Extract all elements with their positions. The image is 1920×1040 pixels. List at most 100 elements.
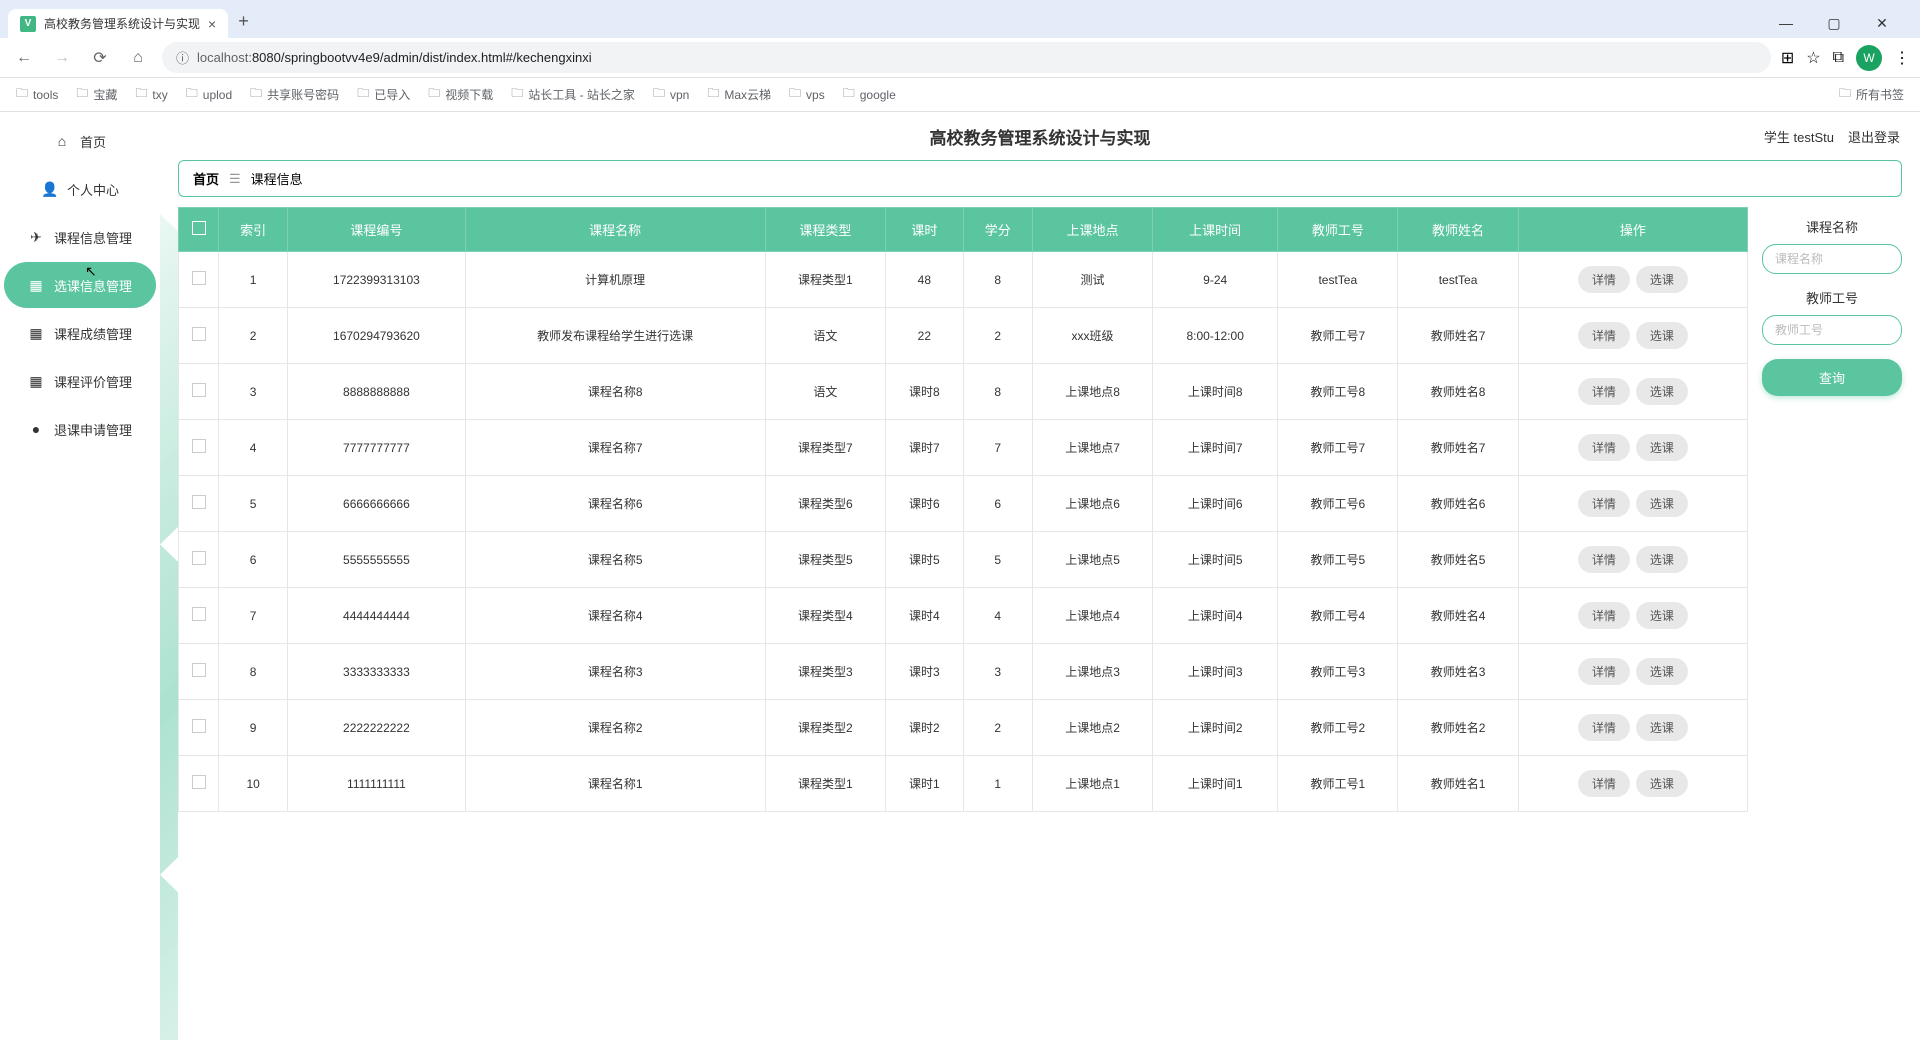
- select-course-button[interactable]: 选课: [1636, 658, 1688, 685]
- breadcrumb-home[interactable]: 首页: [193, 169, 219, 188]
- logout-link[interactable]: 退出登录: [1848, 127, 1900, 146]
- bookmark-item[interactable]: 🗀tools: [16, 84, 58, 105]
- sidebar-item-首页[interactable]: ⌂首页: [4, 118, 156, 164]
- breadcrumb: 首页 ☰ 课程信息: [178, 160, 1902, 197]
- close-icon[interactable]: ×: [208, 16, 216, 32]
- sidebar-icon: ●: [28, 421, 44, 437]
- sidebar-item-选课信息管理[interactable]: ▦选课信息管理: [4, 262, 156, 308]
- cell-tname: 教师姓名3: [1398, 644, 1518, 700]
- filter-input-name[interactable]: [1762, 244, 1902, 274]
- row-checkbox[interactable]: [192, 775, 206, 789]
- bookmark-item[interactable]: 🗀vps: [789, 84, 825, 105]
- detail-button[interactable]: 详情: [1578, 602, 1630, 629]
- select-course-button[interactable]: 选课: [1636, 770, 1688, 797]
- bookmark-item[interactable]: 🗀Max云梯: [707, 84, 771, 105]
- cell-tname: 教师姓名8: [1398, 364, 1518, 420]
- select-course-button[interactable]: 选课: [1636, 266, 1688, 293]
- detail-button[interactable]: 详情: [1578, 322, 1630, 349]
- select-course-button[interactable]: 选课: [1636, 714, 1688, 741]
- detail-button[interactable]: 详情: [1578, 434, 1630, 461]
- row-checkbox[interactable]: [192, 383, 206, 397]
- reload-button[interactable]: ⟳: [86, 44, 114, 72]
- select-course-button[interactable]: 选课: [1636, 546, 1688, 573]
- sidebar-item-课程评价管理[interactable]: ▦课程评价管理: [4, 358, 156, 404]
- cell-place: 测试: [1032, 252, 1152, 308]
- all-bookmarks[interactable]: 🗀所有书签: [1839, 84, 1904, 105]
- detail-button[interactable]: 详情: [1578, 714, 1630, 741]
- bookmark-item[interactable]: 🗀vpn: [653, 84, 689, 105]
- sidebar-item-退课申请管理[interactable]: ●退课申请管理: [4, 406, 156, 452]
- detail-button[interactable]: 详情: [1578, 658, 1630, 685]
- back-button[interactable]: ←: [10, 44, 38, 72]
- col-header: [179, 208, 219, 252]
- cell-hours: 课时8: [886, 364, 964, 420]
- select-course-button[interactable]: 选课: [1636, 378, 1688, 405]
- col-header: 教师姓名: [1398, 208, 1518, 252]
- row-checkbox[interactable]: [192, 663, 206, 677]
- table-row: 83333333333课程名称3课程类型3课时33上课地点3上课时间3教师工号3…: [179, 644, 1748, 700]
- sidebar-item-课程信息管理[interactable]: ✈课程信息管理: [4, 214, 156, 260]
- detail-button[interactable]: 详情: [1578, 546, 1630, 573]
- cell-idx: 7: [219, 588, 288, 644]
- row-checkbox[interactable]: [192, 551, 206, 565]
- row-checkbox[interactable]: [192, 271, 206, 285]
- cell-place: 上课地点3: [1032, 644, 1152, 700]
- site-info-icon[interactable]: ⓘ: [176, 48, 189, 67]
- sidebar-item-label: 课程成绩管理: [54, 324, 132, 343]
- url-field[interactable]: ⓘ localhost:8080/springbootvv4e9/admin/d…: [162, 42, 1771, 73]
- forward-button[interactable]: →: [48, 44, 76, 72]
- filter-input-tno[interactable]: [1762, 315, 1902, 345]
- menu-icon[interactable]: ⋮: [1894, 48, 1910, 68]
- bookmark-item[interactable]: 🗀uplod: [186, 84, 232, 105]
- select-course-button[interactable]: 选课: [1636, 602, 1688, 629]
- cell-tname: 教师姓名5: [1398, 532, 1518, 588]
- extensions-icon[interactable]: ⧉: [1833, 49, 1844, 67]
- page-title: 高校教务管理系统设计与实现: [930, 124, 1151, 149]
- browser-chrome: V 高校教务管理系统设计与实现 × + — ▢ ✕ ← → ⟳ ⌂ ⓘ loca…: [0, 0, 1920, 112]
- bookmark-item[interactable]: 🗀txy: [135, 84, 167, 105]
- bookmark-item[interactable]: 🗀google: [843, 84, 896, 105]
- cell-tname: 教师姓名7: [1398, 420, 1518, 476]
- cell-no: 6666666666: [288, 476, 465, 532]
- maximize-button[interactable]: ▢: [1812, 8, 1856, 38]
- detail-button[interactable]: 详情: [1578, 490, 1630, 517]
- select-all-checkbox[interactable]: [192, 221, 206, 235]
- select-course-button[interactable]: 选课: [1636, 490, 1688, 517]
- col-header: 课时: [886, 208, 964, 252]
- home-button[interactable]: ⌂: [124, 44, 152, 72]
- select-course-button[interactable]: 选课: [1636, 322, 1688, 349]
- row-checkbox[interactable]: [192, 719, 206, 733]
- row-checkbox[interactable]: [192, 439, 206, 453]
- browser-tab[interactable]: V 高校教务管理系统设计与实现 ×: [8, 9, 228, 38]
- close-window-button[interactable]: ✕: [1860, 8, 1904, 38]
- bookmark-item[interactable]: 🗀站长工具 - 站长之家: [511, 84, 635, 105]
- col-header: 学分: [963, 208, 1032, 252]
- row-checkbox[interactable]: [192, 327, 206, 341]
- select-course-button[interactable]: 选课: [1636, 434, 1688, 461]
- detail-button[interactable]: 详情: [1578, 266, 1630, 293]
- sidebar-item-课程成绩管理[interactable]: ▦课程成绩管理: [4, 310, 156, 356]
- table-row: 74444444444课程名称4课程类型4课时44上课地点4上课时间4教师工号4…: [179, 588, 1748, 644]
- new-tab-button[interactable]: +: [228, 5, 259, 38]
- minimize-button[interactable]: —: [1764, 8, 1808, 38]
- cell-hours: 课时7: [886, 420, 964, 476]
- cell-tno: 教师工号3: [1278, 644, 1398, 700]
- sidebar-item-label: 选课信息管理: [54, 276, 132, 295]
- sidebar-item-个人中心[interactable]: 👤个人中心: [4, 166, 156, 212]
- sidebar-icon: ⌂: [54, 133, 70, 149]
- url-path: 8080/springbootvv4e9/admin/dist/index.ht…: [252, 50, 592, 65]
- bookmark-item[interactable]: 🗀共享账号密码: [250, 84, 339, 105]
- translate-icon[interactable]: ⊞: [1781, 48, 1794, 68]
- bookmark-item[interactable]: 🗀视频下载: [428, 84, 493, 105]
- bookmark-item[interactable]: 🗀宝藏: [76, 84, 117, 105]
- query-button[interactable]: 查询: [1762, 359, 1902, 396]
- detail-button[interactable]: 详情: [1578, 770, 1630, 797]
- bookmark-item[interactable]: 🗀已导入: [357, 84, 410, 105]
- row-checkbox[interactable]: [192, 495, 206, 509]
- user-label[interactable]: 学生 testStu: [1764, 127, 1834, 146]
- bookmark-star-icon[interactable]: ☆: [1806, 48, 1820, 68]
- detail-button[interactable]: 详情: [1578, 378, 1630, 405]
- row-checkbox[interactable]: [192, 607, 206, 621]
- cell-tno: 教师工号6: [1278, 476, 1398, 532]
- profile-avatar[interactable]: W: [1856, 45, 1882, 71]
